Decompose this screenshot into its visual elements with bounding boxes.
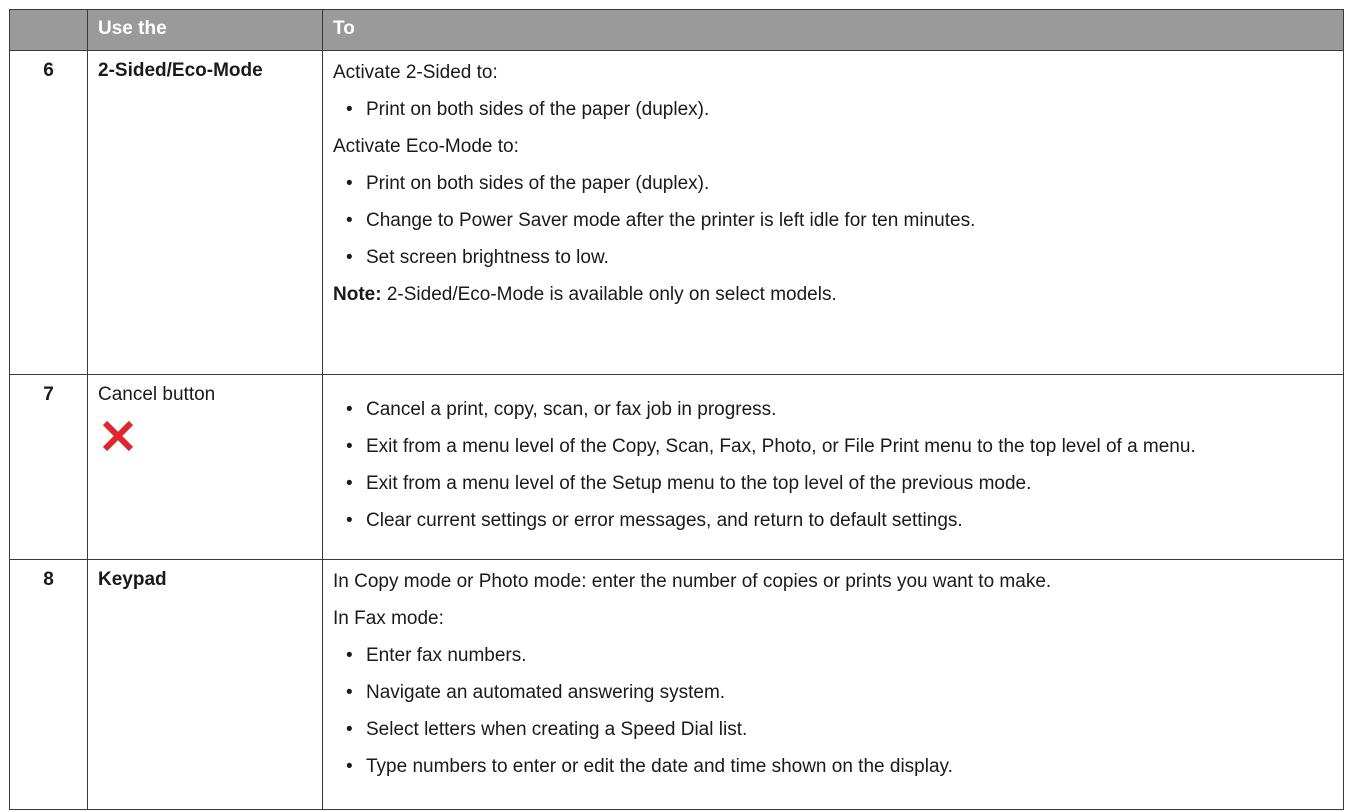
bullet-icon: •: [346, 247, 353, 268]
bullet-icon: •: [346, 756, 353, 777]
bullet-icon: •: [346, 399, 353, 420]
table-row: 8 Keypad In Copy mode or Photo mode: ent…: [9, 559, 1344, 810]
header-number: [9, 9, 88, 51]
list-item: • Clear current settings or error message…: [333, 508, 1333, 534]
header-use-the: Use the: [87, 9, 323, 51]
paragraph: Activate 2-Sided to:: [333, 62, 498, 83]
control-label: Cancel button: [98, 384, 216, 405]
list-item: • Exit from a menu level of the Copy, Sca…: [333, 434, 1333, 460]
table-row: 6 2-Sided/Eco-Mode Activate 2-Sided to: …: [9, 50, 1344, 375]
list-item: • Select letters when creating a Speed Di…: [333, 717, 1333, 743]
list-item: • Enter fax numbers.: [333, 643, 1333, 669]
bullet-icon: •: [346, 719, 353, 740]
paragraph: Activate Eco-Mode to:: [333, 136, 519, 157]
bullet-icon: •: [346, 210, 353, 231]
control-panel-table: Use the To 6 2-Sided/Eco-Mode Activate 2…: [9, 9, 1344, 810]
list-item: • Set screen brightness to low.: [333, 245, 1333, 271]
table-row: 7 Cancel button • Cancel a print, copy, s…: [9, 374, 1344, 560]
row-number: 6: [9, 50, 88, 375]
list-item: • Cancel a print, copy, scan, or fax job …: [333, 397, 1333, 423]
row-control-name: Cancel button: [87, 374, 323, 560]
paragraph: In Copy mode or Photo mode: enter the nu…: [333, 571, 1052, 592]
bullet-icon: •: [346, 436, 353, 457]
row-description: • Cancel a print, copy, scan, or fax job …: [322, 374, 1344, 560]
row-control-name: 2-Sided/Eco-Mode: [87, 50, 323, 375]
bullet-icon: •: [346, 473, 353, 494]
list-item: • Exit from a menu level of the Setup men…: [333, 471, 1333, 497]
bullet-icon: •: [346, 510, 353, 531]
bullet-icon: •: [346, 645, 353, 666]
list-item: • Change to Power Saver mode after the pr…: [333, 208, 1333, 234]
bullet-icon: •: [346, 173, 353, 194]
bullet-icon: •: [346, 99, 353, 120]
table-header-row: Use the To: [9, 9, 1344, 51]
row-description: Activate 2-Sided to: • Print on both side…: [322, 50, 1344, 375]
row-description: In Copy mode or Photo mode: enter the nu…: [322, 559, 1344, 810]
row-number: 8: [9, 559, 88, 810]
list-item: • Navigate an automated answering system.: [333, 680, 1333, 706]
row-control-name: Keypad: [87, 559, 323, 810]
header-to: To: [322, 9, 1344, 51]
list-item: • Type numbers to enter or edit the date …: [333, 754, 1333, 780]
note-label: Note:: [333, 284, 382, 305]
list-item: • Print on both sides of the paper (duple…: [333, 171, 1333, 197]
bullet-icon: •: [346, 682, 353, 703]
list-item: • Print on both sides of the paper (duple…: [333, 97, 1333, 123]
note-text: 2-Sided/Eco-Mode is available only on se…: [381, 284, 837, 305]
cancel-x-icon: [102, 420, 134, 452]
note: Note: 2-Sided/Eco-Mode is available only…: [333, 282, 1333, 308]
paragraph: In Fax mode:: [333, 608, 444, 629]
row-number: 7: [9, 374, 88, 560]
